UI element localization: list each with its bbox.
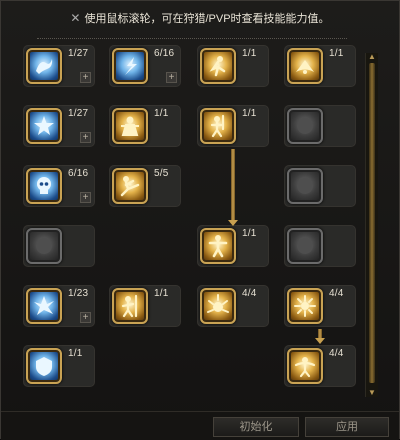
golden-monk-icon[interactable] — [112, 108, 148, 144]
skill-count: 1/1 — [242, 48, 257, 59]
skill-window: ✕ 使用鼠标滚轮，可在狩猎/PVP时查看技能能力值。 1/27 + 6/16 +… — [0, 0, 400, 440]
skill-slot-r2c4 — [284, 105, 356, 147]
golden-kick-icon[interactable] — [112, 168, 148, 204]
skill-slot-r4c3: 1/1 — [197, 225, 269, 267]
skill-count: 1/23 — [68, 288, 89, 299]
skill-count: 1/1 — [154, 288, 169, 299]
arrow-head-icon — [315, 338, 325, 344]
skill-count: 1/1 — [68, 348, 83, 359]
locked-skill-icon — [26, 228, 62, 264]
close-icon[interactable]: ✕ — [70, 11, 80, 25]
skill-count: 4/4 — [329, 348, 344, 359]
scroll-down-icon[interactable]: ▼ — [366, 389, 378, 397]
skill-slot-r4c1 — [23, 225, 95, 267]
skill-slot-r2c3: 1/1 — [197, 105, 269, 147]
golden-sword-figure-icon[interactable] — [200, 108, 236, 144]
skill-slot-r1c4: 1/1 — [284, 45, 356, 87]
golden-radiance-icon[interactable] — [200, 288, 236, 324]
skill-count: 4/4 — [242, 288, 257, 299]
golden-standing-figure-icon[interactable] — [200, 228, 236, 264]
skill-slot-r6c1: 1/1 — [23, 345, 95, 387]
golden-leap-icon[interactable] — [200, 48, 236, 84]
level-up-button[interactable]: + — [80, 192, 91, 203]
skill-slot-r2c1: 1/27 + — [23, 105, 95, 147]
scroll-hint-text: 使用鼠标滚轮，可在狩猎/PVP时查看技能能力值。 — [84, 13, 330, 25]
level-up-button[interactable]: + — [166, 72, 177, 83]
golden-flare-icon[interactable] — [287, 288, 323, 324]
arrow-head-icon — [228, 220, 238, 226]
header: ✕ 使用鼠标滚轮，可在狩猎/PVP时查看技能能力值。 — [1, 1, 399, 35]
golden-aura-icon[interactable] — [287, 348, 323, 384]
footer: 初始化 应用 — [1, 411, 399, 440]
skill-slot-r5c2: 1/1 — [109, 285, 181, 327]
blue-dash-figure-icon[interactable] — [112, 48, 148, 84]
skill-count: 5/5 — [154, 168, 169, 179]
skill-slot-r1c3: 1/1 — [197, 45, 269, 87]
skill-slot-r3c4 — [284, 165, 356, 207]
golden-spear-figure-icon[interactable] — [112, 288, 148, 324]
skill-count: 1/27 — [68, 48, 89, 59]
skill-count: 6/16 — [68, 168, 89, 179]
prerequisite-arrow — [231, 149, 235, 221]
level-up-button[interactable]: + — [80, 132, 91, 143]
skill-count: 1/1 — [242, 228, 257, 239]
golden-fan-icon[interactable] — [287, 48, 323, 84]
skill-count: 1/1 — [242, 108, 257, 119]
blue-shield-icon[interactable] — [26, 348, 62, 384]
skill-slot-r4c4 — [284, 225, 356, 267]
level-up-button[interactable]: + — [80, 312, 91, 323]
reset-button[interactable]: 初始化 — [213, 417, 299, 437]
skill-slot-r2c2: 1/1 — [109, 105, 181, 147]
skill-slot-r3c1: 6/16 + — [23, 165, 95, 207]
scroll-up-icon[interactable]: ▲ — [366, 53, 378, 61]
skill-slot-r6c4: 4/4 — [284, 345, 356, 387]
skill-count: 1/1 — [154, 108, 169, 119]
skill-slot-r5c3: 4/4 — [197, 285, 269, 327]
scroll-thumb[interactable] — [369, 63, 375, 383]
skill-slot-r1c1: 1/27 + — [23, 45, 95, 87]
scrollbar[interactable]: ▲ ▼ — [365, 53, 378, 397]
divider — [37, 38, 347, 39]
skill-count: 6/16 — [154, 48, 175, 59]
skill-count: 1/1 — [329, 48, 344, 59]
locked-skill-icon — [287, 168, 323, 204]
apply-button[interactable]: 应用 — [305, 417, 389, 437]
level-up-button[interactable]: + — [80, 72, 91, 83]
skill-slot-r5c4: 4/4 — [284, 285, 356, 327]
locked-skill-icon — [287, 108, 323, 144]
blue-shatter-icon[interactable] — [26, 288, 62, 324]
skill-count: 1/27 — [68, 108, 89, 119]
blue-skull-icon[interactable] — [26, 168, 62, 204]
skill-count: 4/4 — [329, 288, 344, 299]
blue-star-burst-icon[interactable] — [26, 108, 62, 144]
skill-slot-r3c2: 5/5 — [109, 165, 181, 207]
locked-skill-icon — [287, 228, 323, 264]
water-dragon-icon[interactable] — [26, 48, 62, 84]
skill-slot-r5c1: 1/23 + — [23, 285, 95, 327]
skill-slot-r1c2: 6/16 + — [109, 45, 181, 87]
